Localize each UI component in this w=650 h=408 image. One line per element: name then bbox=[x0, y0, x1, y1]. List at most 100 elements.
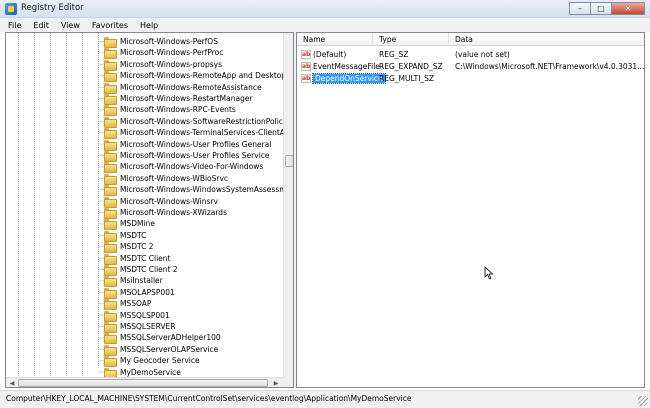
folder-icon bbox=[104, 82, 117, 94]
tree-vertical-scrollbar[interactable] bbox=[283, 33, 293, 377]
tree-node[interactable]: MsiInstaller bbox=[104, 275, 163, 288]
value-name-cell: ab DependOnService bbox=[297, 72, 386, 84]
tree-node-label: MSSQLSERVER bbox=[120, 322, 176, 331]
menu-file[interactable]: File bbox=[8, 21, 21, 30]
tree-node[interactable]: MSDTC Client bbox=[104, 253, 171, 265]
folder-icon bbox=[104, 173, 117, 185]
resize-grip-icon[interactable] bbox=[638, 396, 648, 406]
tree-node-label: MSSQLSP001 bbox=[120, 310, 170, 320]
registry-value-row[interactable]: ab DependOnService REG_MULTI_SZ bbox=[297, 72, 644, 84]
mouse-cursor-icon bbox=[484, 266, 494, 280]
folder-icon bbox=[104, 310, 117, 322]
tree-node-label: My Geocoder Service bbox=[120, 356, 200, 366]
folder-icon bbox=[104, 230, 117, 242]
tree-node-label: MSDTC Client bbox=[120, 253, 171, 263]
tree-node-label: MyDemoService bbox=[120, 367, 181, 377]
string-value-icon: ab bbox=[301, 61, 311, 71]
tree-node-label: MsiInstaller bbox=[120, 276, 163, 286]
tree-horizontal-scroll-thumb[interactable] bbox=[18, 379, 268, 387]
tree-node[interactable]: Microsoft-Windows-RPC-Events bbox=[104, 104, 236, 117]
value-name-cell: ab (Default) bbox=[297, 49, 373, 59]
tree-node[interactable]: Microsoft-Windows-User Profiles General bbox=[104, 139, 271, 151]
tree-node[interactable]: Microsoft-Windows-Video-For-Windows bbox=[104, 161, 263, 174]
tree-node[interactable]: MSDTC bbox=[104, 230, 146, 242]
tree-node-label: Microsoft-Windows-RemoteApp and Desktop … bbox=[120, 71, 294, 81]
tree-node[interactable]: Microsoft-Windows-PerfProc bbox=[104, 47, 223, 60]
scroll-right-arrow-icon[interactable]: ▶ bbox=[271, 379, 281, 387]
list-header: Name Type Data bbox=[297, 33, 644, 46]
tree-node-label: MSDTC Client 2 bbox=[120, 265, 178, 274]
column-header-name[interactable]: Name bbox=[297, 33, 373, 46]
tree-node-label: Microsoft-Windows-RemoteAssistance bbox=[120, 82, 262, 92]
tree-node[interactable]: MSOLAPSP001 bbox=[104, 287, 175, 299]
tree-node[interactable]: Microsoft-Windows-RemoteApp and Desktop … bbox=[104, 70, 294, 83]
column-header-data[interactable]: Data bbox=[449, 33, 644, 46]
folder-icon bbox=[104, 356, 117, 368]
folder-icon bbox=[104, 276, 117, 288]
tree-node[interactable]: MSDTC Client 2 bbox=[104, 264, 178, 276]
folder-icon bbox=[104, 196, 117, 208]
close-button[interactable]: ✕ bbox=[611, 2, 645, 15]
folder-icon bbox=[104, 116, 117, 128]
tree-node[interactable]: Microsoft-Windows-Winsrv bbox=[104, 196, 218, 208]
folder-icon bbox=[104, 151, 117, 162]
tree-node[interactable]: Microsoft-Windows-RemoteAssistance bbox=[104, 82, 262, 94]
tree-node-label: Microsoft-Windows-propsys bbox=[120, 59, 223, 69]
folder-icon bbox=[104, 367, 117, 379]
registry-value-row[interactable]: ab EventMessageFile REG_EXPAND_SZ C:\Window… bbox=[297, 60, 644, 72]
folder-icon bbox=[104, 322, 117, 333]
menu-help[interactable]: Help bbox=[140, 21, 158, 30]
tree-node-label: Microsoft-Windows-RPC-Events bbox=[120, 105, 236, 115]
tree-node[interactable]: Microsoft-Windows-propsys bbox=[104, 59, 223, 71]
tree-node-label: Microsoft-Windows-TerminalServices-Clien… bbox=[120, 128, 294, 138]
minimize-button[interactable]: – bbox=[569, 2, 591, 15]
folder-icon bbox=[104, 208, 117, 219]
tree-node[interactable]: Microsoft-Windows-User Profiles Service bbox=[104, 150, 270, 162]
value-name: (Default) bbox=[313, 49, 347, 59]
tree-node-label: MSDMine bbox=[120, 219, 155, 229]
values-list-pane[interactable]: Name Type Data ab (Default) REG_SZ (value n… bbox=[296, 32, 645, 388]
tree-node[interactable]: Microsoft-Windows-WindowsSystemAssessmen… bbox=[104, 184, 293, 197]
tree-node[interactable]: Microsoft-Windows-RestartManager bbox=[104, 93, 253, 105]
menu-edit[interactable]: Edit bbox=[33, 21, 49, 30]
title-bar: Registry Editor – □ ✕ bbox=[0, 0, 650, 18]
registry-tree-pane[interactable]: Microsoft-Windows-PerfOS Microsoft-Window… bbox=[5, 32, 294, 388]
tree-node[interactable]: Microsoft-Windows-WBioSrvc bbox=[104, 173, 229, 185]
menu-favorites[interactable]: Favorites bbox=[92, 21, 128, 30]
tree-node[interactable]: Microsoft-Windows-SoftwareRestrictionPol… bbox=[104, 116, 293, 128]
tree-horizontal-scrollbar[interactable]: ◀ ▶ bbox=[6, 377, 283, 387]
scroll-left-arrow-icon[interactable]: ◀ bbox=[7, 379, 17, 387]
folder-icon bbox=[104, 71, 117, 83]
column-header-type[interactable]: Type bbox=[373, 33, 449, 46]
tree-vertical-scroll-thumb[interactable] bbox=[285, 155, 293, 167]
tree-node[interactable]: Microsoft-Windows-XWizards bbox=[104, 207, 227, 219]
folder-icon bbox=[104, 219, 117, 231]
tree-node[interactable]: Microsoft-Windows-TerminalServices-Clien… bbox=[104, 127, 294, 140]
folder-icon bbox=[104, 105, 117, 117]
tree-node[interactable]: Microsoft-Windows-PerfOS bbox=[104, 36, 218, 48]
value-data: (value not set) bbox=[455, 49, 510, 59]
tree-node[interactable]: MSDMine bbox=[104, 218, 155, 231]
tree-node[interactable]: MSSQLServerADHelper100 bbox=[104, 332, 221, 345]
maximize-button[interactable]: □ bbox=[590, 2, 612, 15]
tree-connector-lines bbox=[18, 33, 104, 377]
registry-value-row[interactable]: ab (Default) REG_SZ (value not set) bbox=[297, 48, 644, 60]
menu-bar: File Edit View Favorites Help bbox=[0, 18, 650, 32]
value-type: REG_MULTI_SZ bbox=[379, 73, 435, 83]
tree-node-label: Microsoft-Windows-RestartManager bbox=[120, 94, 253, 103]
folder-icon bbox=[104, 344, 117, 356]
window-controls: – □ ✕ bbox=[569, 2, 645, 15]
folder-icon bbox=[104, 253, 117, 265]
menu-view[interactable]: View bbox=[61, 21, 80, 30]
tree-node[interactable]: My Geocoder Service bbox=[104, 355, 200, 368]
tree-node-label: Microsoft-Windows-WBioSrvc bbox=[120, 173, 229, 183]
folder-icon bbox=[104, 48, 117, 60]
tree-node[interactable]: MSSOAP bbox=[104, 298, 151, 311]
tree-node[interactable]: MSSQLSERVER bbox=[104, 321, 176, 333]
tree-node[interactable]: MSSQLSP001 bbox=[104, 310, 170, 322]
tree-node[interactable]: MSDTC 2 bbox=[104, 241, 154, 254]
tree-node[interactable]: MyDemoService bbox=[104, 367, 181, 379]
folder-icon bbox=[104, 242, 117, 254]
tree-node[interactable]: MSSQLServerOLAPService bbox=[104, 344, 218, 356]
tree-node-label: Microsoft-Windows-User Profiles Service bbox=[120, 151, 270, 160]
